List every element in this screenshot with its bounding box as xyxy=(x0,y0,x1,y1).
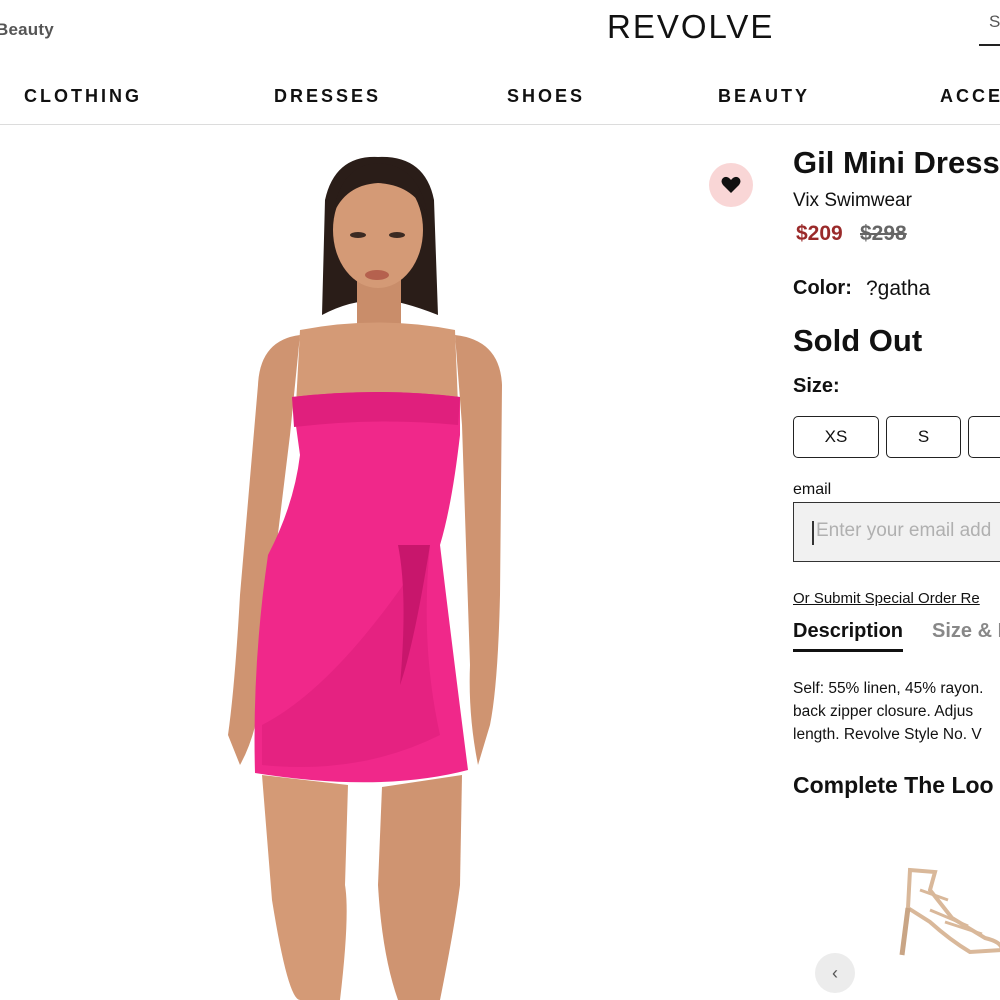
complete-the-look-heading: Complete The Loo xyxy=(793,772,994,798)
color-value: ?gatha xyxy=(866,277,931,300)
product-title: Gil Mini Dress xyxy=(793,145,1000,180)
product-brand[interactable]: Vix Swimwear xyxy=(793,190,912,212)
size-label: Size: xyxy=(793,375,840,397)
email-label: email xyxy=(793,481,832,498)
color-label: Color: xyxy=(793,277,852,299)
heart-icon xyxy=(721,176,741,193)
nav-item-beauty[interactable]: BEAUTY xyxy=(718,86,810,107)
nav-item-shoes[interactable]: SHOES xyxy=(507,86,585,107)
sandal-image xyxy=(899,867,1000,956)
main-nav: CLOTHING DRESSES SHOES BEAUTY ACCE xyxy=(0,78,1000,125)
nav-item-dresses[interactable]: DRESSES xyxy=(274,86,381,107)
size-option-m[interactable] xyxy=(968,416,1000,458)
special-order-link[interactable]: Or Submit Special Order Re xyxy=(793,590,980,607)
model-illustration xyxy=(228,156,502,1000)
size-option-xs[interactable]: XS xyxy=(793,416,879,458)
favorite-button[interactable] xyxy=(709,163,753,207)
tab-size-fit[interactable]: Size & I xyxy=(932,620,1000,643)
tab-description[interactable]: Description xyxy=(793,620,904,652)
description-line: Self: 55% linen, 45% rayon. xyxy=(793,680,984,697)
search-input[interactable]: S xyxy=(979,12,1000,46)
nav-item-accessories[interactable]: ACCE xyxy=(940,86,1000,107)
size-option-s[interactable]: S xyxy=(886,416,961,458)
description-line: length. Revolve Style No. V xyxy=(793,726,982,743)
carousel-prev-button[interactable]: ‹ xyxy=(815,953,855,993)
product-description: Self: 55% linen, 45% rayon. back zipper … xyxy=(793,677,1000,746)
recommended-product-shoe[interactable] xyxy=(890,860,1000,960)
email-field[interactable] xyxy=(814,519,1000,543)
original-price: $298 xyxy=(860,222,907,245)
email-field-container[interactable] xyxy=(793,502,1000,562)
sale-price: $209 xyxy=(796,222,843,245)
nav-item-clothing[interactable]: CLOTHING xyxy=(24,86,142,107)
product-image[interactable] xyxy=(0,125,780,1000)
beauty-link[interactable]: Beauty xyxy=(0,20,54,40)
description-line: back zipper closure. Adjus xyxy=(793,703,974,720)
availability-status: Sold Out xyxy=(793,323,923,358)
chevron-left-icon: ‹ xyxy=(832,962,838,983)
revolve-logo[interactable]: REVOLVE xyxy=(607,8,774,46)
